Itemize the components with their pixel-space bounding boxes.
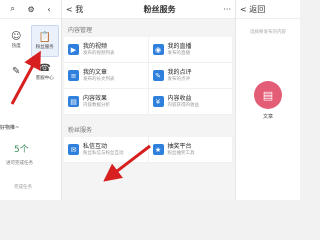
content-revenue-item[interactable]: ¥ 内容收益 内容获得的收益	[148, 89, 233, 115]
more-icon[interactable]: ···	[223, 5, 231, 14]
user-icon: ☺	[11, 31, 22, 42]
back-icon[interactable]: ‹	[47, 5, 50, 14]
back-button[interactable]: < 我	[66, 4, 96, 15]
left-toolbar: ⌕ ⚙ ‹	[0, 0, 61, 19]
menu-item-customer-service[interactable]: ☎ 客服中心	[31, 57, 60, 87]
menu-item-pen[interactable]: ✎	[2, 57, 31, 87]
task-note[interactable]: 完成任务	[14, 184, 32, 190]
review-icon: ✎	[152, 70, 164, 81]
task-count-label: 进可完成任务	[6, 161, 33, 166]
publish-note: 选择要发布的内容	[250, 30, 286, 35]
settings-icon[interactable]: ⚙	[28, 5, 35, 14]
video-icon: ▶	[68, 44, 79, 55]
fan-service-panel: < 我 粉丝服务 ··· 内容管理 ▶ 我的视频 发布的视频列表 ◉ 我的直播 发布…	[62, 0, 235, 200]
left-panel: ⌕ ⚙ ‹ ☺ 热度 📋 粉丝服务 ✎ ☎ 客服中心 好物推~ 5个 进可完成任…	[0, 0, 62, 200]
left-caption: 好物推~	[0, 125, 20, 131]
my-live-item[interactable]: ◉ 我的直播 发布的直播	[148, 37, 233, 63]
my-videos-item[interactable]: ▶ 我的视频 发布的视频列表	[64, 37, 149, 63]
task-count: 5个	[14, 145, 29, 155]
my-articles-item[interactable]: ≡ 我的文章 发布的长文列表	[64, 63, 149, 89]
revenue-icon: ¥	[152, 96, 164, 107]
lottery-icon: ★	[152, 144, 164, 155]
my-reviews-item[interactable]: ✎ 我的点评 发布的点评	[148, 63, 233, 89]
content-grid: ▶ 我的视频 发布的视频列表 ◉ 我的直播 发布的直播 ≡ 我的文章 发布的长文列表 …	[64, 37, 233, 115]
live-icon: ◉	[152, 44, 164, 55]
publish-panel: < 返回 选择要发布的内容 ▤ 文章	[235, 0, 300, 200]
content-effect-item[interactable]: ▤ 内容效果 内容数据分析	[64, 89, 149, 115]
article-button[interactable]: ▤	[254, 81, 282, 109]
private-message-item[interactable]: ✉ 私信互动 粉丝私信与粉丝互动	[64, 137, 149, 163]
menu-item-fan-service[interactable]: 📋 粉丝服务	[30, 25, 59, 57]
message-icon: ✉	[68, 144, 79, 155]
clipboard-icon: 📋	[38, 32, 51, 43]
lottery-platform-item[interactable]: ★ 抽奖平台 粉丝抽奖工具	[148, 137, 233, 163]
pen-icon: ✎	[12, 66, 21, 77]
search-icon[interactable]: ⌕	[10, 4, 14, 14]
section-title-fans: 粉丝服务	[68, 127, 93, 134]
header: < 我 粉丝服务 ···	[62, 0, 235, 19]
document-icon: ▤	[262, 88, 274, 102]
article-label: 文章	[262, 114, 273, 120]
left-menu-grid: ☺ 热度 📋 粉丝服务 ✎ ☎ 客服中心	[0, 19, 61, 87]
fan-grid: ✉ 私信互动 粉丝私信与粉丝互动 ★ 抽奖平台 粉丝抽奖工具	[64, 137, 233, 163]
page-title: 粉丝服务	[143, 4, 176, 14]
headset-icon: ☎	[38, 63, 51, 74]
chart-icon: ▤	[68, 96, 79, 107]
section-title-content: 内容管理	[68, 27, 93, 34]
return-button[interactable]: < 返回	[236, 0, 300, 19]
menu-item-heat[interactable]: ☺ 热度	[2, 25, 31, 55]
article-icon: ≡	[68, 70, 79, 81]
